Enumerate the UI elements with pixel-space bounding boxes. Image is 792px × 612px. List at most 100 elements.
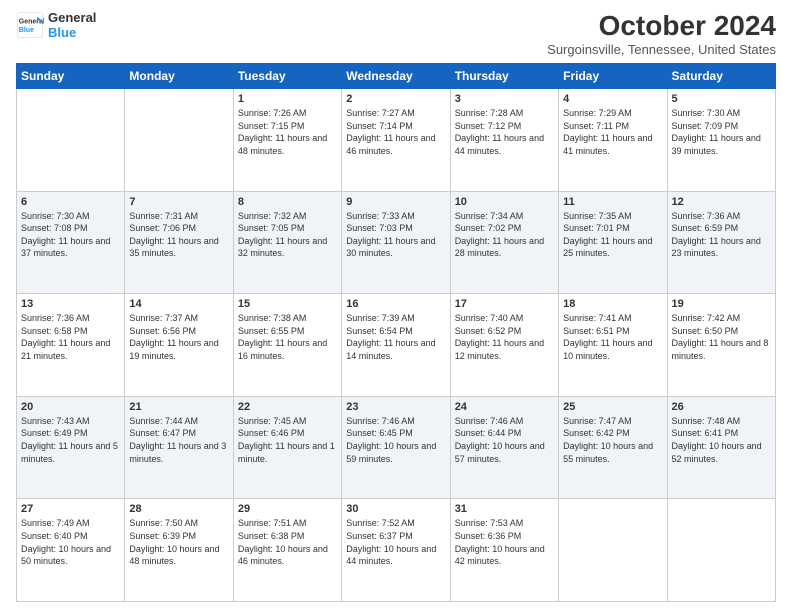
day-info: Sunrise: 7:52 AM Sunset: 6:37 PM Dayligh… (346, 517, 445, 567)
day-info: Sunrise: 7:39 AM Sunset: 6:54 PM Dayligh… (346, 312, 445, 362)
table-row: 30Sunrise: 7:52 AM Sunset: 6:37 PM Dayli… (342, 499, 450, 602)
day-number: 4 (563, 93, 662, 105)
table-row (667, 499, 775, 602)
table-row: 24 Sunrise: 7:46 AM Sunset: 6:44 PM Dayli… (450, 396, 558, 499)
table-row: 27 Sunrise: 7:49 AM Sunset: 6:40 PM Dayli… (17, 499, 125, 602)
table-row: 11 Sunrise: 7:35 AM Sunset: 7:01 PM Dayli… (559, 191, 667, 294)
main-title: October 2024 (547, 10, 776, 42)
table-row: 2 Sunrise: 7:27 AM Sunset: 7:14 PM Daylig… (342, 89, 450, 192)
calendar-header-row: Sunday Monday Tuesday Wednesday Thursday… (17, 64, 776, 89)
day-number: 18 (563, 298, 662, 310)
day-number: 20 (21, 401, 120, 413)
table-row (125, 89, 233, 192)
table-row: 7 Sunrise: 7:31 AM Sunset: 7:06 PM Daylig… (125, 191, 233, 294)
day-number: 27 (21, 503, 120, 515)
page: General Blue General Blue October 2024 S… (0, 0, 792, 612)
logo: General Blue General Blue (16, 10, 96, 40)
day-info: Sunrise: 7:48 AM Sunset: 6:41 PM Dayligh… (672, 415, 771, 465)
table-row: 20 Sunrise: 7:43 AM Sunset: 6:49 PM Dayli… (17, 396, 125, 499)
col-friday: Friday (559, 64, 667, 89)
day-info: Sunrise: 7:43 AM Sunset: 6:49 PM Dayligh… (21, 415, 120, 465)
day-number: 29 (238, 503, 337, 515)
day-number: 31 (455, 503, 554, 515)
header: General Blue General Blue October 2024 S… (16, 10, 776, 57)
day-number: 11 (563, 196, 662, 208)
table-row: 26 Sunrise: 7:48 AM Sunset: 6:41 PM Dayli… (667, 396, 775, 499)
calendar-week-row: 20 Sunrise: 7:43 AM Sunset: 6:49 PM Dayli… (17, 396, 776, 499)
table-row: 9Sunrise: 7:33 AM Sunset: 7:03 PM Daylig… (342, 191, 450, 294)
col-tuesday: Tuesday (233, 64, 341, 89)
table-row: 13 Sunrise: 7:36 AM Sunset: 6:58 PM Dayli… (17, 294, 125, 397)
subtitle: Surgoinsville, Tennessee, United States (547, 42, 776, 57)
col-saturday: Saturday (667, 64, 775, 89)
day-info: Sunrise: 7:46 AM Sunset: 6:44 PM Dayligh… (455, 415, 554, 465)
day-info: Sunrise: 7:36 AM Sunset: 6:59 PM Dayligh… (672, 210, 771, 260)
day-number: 6 (21, 196, 120, 208)
logo-text: General Blue (48, 10, 96, 40)
day-number: 2 (346, 93, 445, 105)
day-number: 13 (21, 298, 120, 310)
table-row: 22Sunrise: 7:45 AM Sunset: 6:46 PM Dayli… (233, 396, 341, 499)
day-number: 5 (672, 93, 771, 105)
table-row: 1Sunrise: 7:26 AM Sunset: 7:15 PM Daylig… (233, 89, 341, 192)
day-info: Sunrise: 7:30 AM Sunset: 7:09 PM Dayligh… (672, 107, 771, 157)
day-number: 16 (346, 298, 445, 310)
day-info: Sunrise: 7:31 AM Sunset: 7:06 PM Dayligh… (129, 210, 228, 260)
table-row: 19 Sunrise: 7:42 AM Sunset: 6:50 PM Dayli… (667, 294, 775, 397)
table-row: 31 Sunrise: 7:53 AM Sunset: 6:36 PM Dayli… (450, 499, 558, 602)
table-row: 21Sunrise: 7:44 AM Sunset: 6:47 PM Dayli… (125, 396, 233, 499)
day-info: Sunrise: 7:36 AM Sunset: 6:58 PM Dayligh… (21, 312, 120, 362)
table-row: 28Sunrise: 7:50 AM Sunset: 6:39 PM Dayli… (125, 499, 233, 602)
table-row: 29 Sunrise: 7:51 AM Sunset: 6:38 PM Dayli… (233, 499, 341, 602)
table-row: 16 Sunrise: 7:39 AM Sunset: 6:54 PM Dayli… (342, 294, 450, 397)
day-info: Sunrise: 7:46 AM Sunset: 6:45 PM Dayligh… (346, 415, 445, 465)
calendar-week-row: 6Sunrise: 7:30 AM Sunset: 7:08 PM Daylig… (17, 191, 776, 294)
table-row: 5 Sunrise: 7:30 AM Sunset: 7:09 PM Daylig… (667, 89, 775, 192)
svg-text:Blue: Blue (19, 27, 34, 34)
day-number: 8 (238, 196, 337, 208)
day-number: 25 (563, 401, 662, 413)
calendar-table: Sunday Monday Tuesday Wednesday Thursday… (16, 63, 776, 602)
table-row: 25 Sunrise: 7:47 AM Sunset: 6:42 PM Dayli… (559, 396, 667, 499)
day-number: 14 (129, 298, 228, 310)
day-info: Sunrise: 7:32 AM Sunset: 7:05 PM Dayligh… (238, 210, 337, 260)
table-row: 17Sunrise: 7:40 AM Sunset: 6:52 PM Dayli… (450, 294, 558, 397)
calendar-week-row: 13 Sunrise: 7:36 AM Sunset: 6:58 PM Dayli… (17, 294, 776, 397)
table-row (17, 89, 125, 192)
day-info: Sunrise: 7:26 AM Sunset: 7:15 PM Dayligh… (238, 107, 337, 157)
day-number: 7 (129, 196, 228, 208)
day-info: Sunrise: 7:53 AM Sunset: 6:36 PM Dayligh… (455, 517, 554, 567)
col-thursday: Thursday (450, 64, 558, 89)
table-row: 4 Sunrise: 7:29 AM Sunset: 7:11 PM Daylig… (559, 89, 667, 192)
day-info: Sunrise: 7:38 AM Sunset: 6:55 PM Dayligh… (238, 312, 337, 362)
day-info: Sunrise: 7:49 AM Sunset: 6:40 PM Dayligh… (21, 517, 120, 567)
logo-icon: General Blue (16, 11, 44, 39)
day-info: Sunrise: 7:42 AM Sunset: 6:50 PM Dayligh… (672, 312, 771, 362)
day-number: 10 (455, 196, 554, 208)
day-info: Sunrise: 7:51 AM Sunset: 6:38 PM Dayligh… (238, 517, 337, 567)
day-number: 19 (672, 298, 771, 310)
day-info: Sunrise: 7:35 AM Sunset: 7:01 PM Dayligh… (563, 210, 662, 260)
day-info: Sunrise: 7:45 AM Sunset: 6:46 PM Dayligh… (238, 415, 337, 465)
day-number: 28 (129, 503, 228, 515)
calendar-week-row: 27 Sunrise: 7:49 AM Sunset: 6:40 PM Dayli… (17, 499, 776, 602)
day-number: 12 (672, 196, 771, 208)
day-info: Sunrise: 7:28 AM Sunset: 7:12 PM Dayligh… (455, 107, 554, 157)
day-info: Sunrise: 7:27 AM Sunset: 7:14 PM Dayligh… (346, 107, 445, 157)
day-info: Sunrise: 7:29 AM Sunset: 7:11 PM Dayligh… (563, 107, 662, 157)
table-row: 3 Sunrise: 7:28 AM Sunset: 7:12 PM Daylig… (450, 89, 558, 192)
day-number: 24 (455, 401, 554, 413)
title-block: October 2024 Surgoinsville, Tennessee, U… (547, 10, 776, 57)
col-sunday: Sunday (17, 64, 125, 89)
day-info: Sunrise: 7:37 AM Sunset: 6:56 PM Dayligh… (129, 312, 228, 362)
table-row: 23Sunrise: 7:46 AM Sunset: 6:45 PM Dayli… (342, 396, 450, 499)
day-number: 3 (455, 93, 554, 105)
day-info: Sunrise: 7:41 AM Sunset: 6:51 PM Dayligh… (563, 312, 662, 362)
table-row: 14 Sunrise: 7:37 AM Sunset: 6:56 PM Dayli… (125, 294, 233, 397)
day-info: Sunrise: 7:47 AM Sunset: 6:42 PM Dayligh… (563, 415, 662, 465)
day-number: 26 (672, 401, 771, 413)
table-row: 12 Sunrise: 7:36 AM Sunset: 6:59 PM Dayli… (667, 191, 775, 294)
day-info: Sunrise: 7:44 AM Sunset: 6:47 PM Dayligh… (129, 415, 228, 465)
table-row: 6Sunrise: 7:30 AM Sunset: 7:08 PM Daylig… (17, 191, 125, 294)
table-row: 8 Sunrise: 7:32 AM Sunset: 7:05 PM Daylig… (233, 191, 341, 294)
